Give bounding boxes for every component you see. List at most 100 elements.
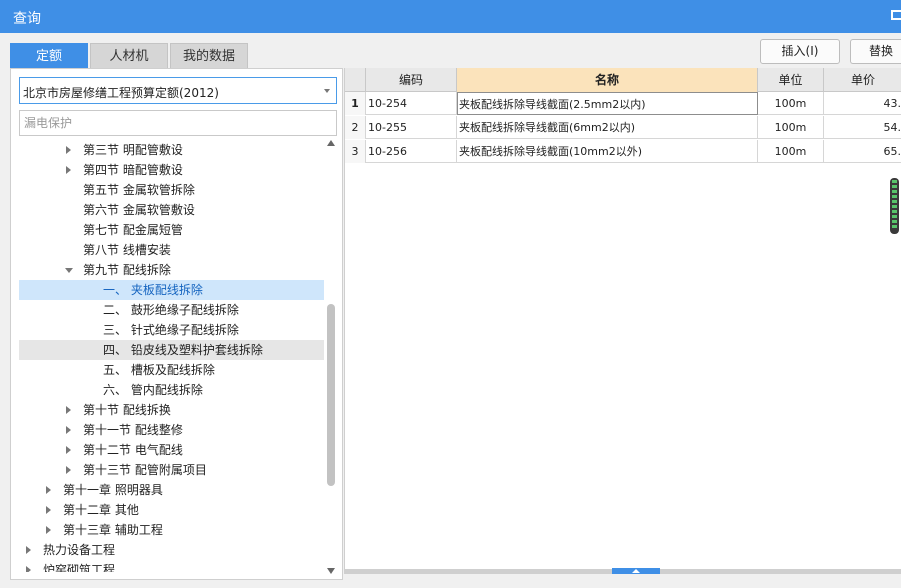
expand-arrow-icon[interactable] — [26, 566, 31, 572]
scroll-down-icon[interactable] — [327, 568, 335, 574]
expand-arrow-icon[interactable] — [66, 466, 71, 474]
tree-item-label: 第四节 暗配管敷设 — [83, 163, 183, 177]
maximize-icon[interactable] — [891, 10, 901, 20]
tree-item[interactable]: 第十二章 其他 — [19, 500, 324, 520]
tree-item-label: 第十二章 其他 — [63, 503, 139, 517]
tree-item-label: 四、 铅皮线及塑料护套线拆除 — [103, 343, 263, 357]
tree-item[interactable]: 第八节 线槽安装 — [19, 240, 324, 260]
expand-arrow-icon[interactable] — [46, 526, 51, 534]
scroll-up-icon[interactable] — [327, 140, 335, 146]
expand-arrow-icon[interactable] — [46, 506, 51, 514]
tree-item[interactable]: 第十一节 配线整修 — [19, 420, 324, 440]
tree-item-hovered[interactable]: 四、 铅皮线及塑料护套线拆除 — [19, 340, 324, 360]
table-row[interactable]: 1 10-254 夹板配线拆除导线截面(2.5mm2以内) 100m 43.3 — [345, 92, 901, 115]
tree-item[interactable]: 二、 鼓形绝缘子配线拆除 — [19, 300, 324, 320]
expand-arrow-icon[interactable] — [66, 166, 71, 174]
tree-item-label: 六、 管内配线拆除 — [103, 383, 203, 397]
quota-library-select[interactable]: 北京市房屋修缮工程预算定额(2012) — [19, 77, 337, 104]
tree-item-label: 二、 鼓形绝缘子配线拆除 — [103, 303, 239, 317]
tree-item[interactable]: 六、 管内配线拆除 — [19, 380, 324, 400]
column-header-price[interactable]: 单价 — [824, 68, 901, 92]
search-input[interactable] — [20, 111, 336, 135]
tree-item[interactable]: 第四节 暗配管敷设 — [19, 160, 324, 180]
table-row[interactable]: 2 10-255 夹板配线拆除导线截面(6mm2以内) 100m 54.3 — [345, 116, 901, 139]
tree-item[interactable]: 第十二节 电气配线 — [19, 440, 324, 460]
tree-item-label: 五、 槽板及配线拆除 — [103, 363, 215, 377]
collapse-handle[interactable] — [612, 568, 660, 574]
tree-item-label: 第七节 配金属短管 — [83, 223, 183, 237]
tree-item-label: 第十三章 辅助工程 — [63, 523, 163, 537]
cell-unit[interactable]: 100m — [758, 116, 824, 139]
cell-price[interactable]: 43.3 — [824, 92, 901, 115]
replace-button[interactable]: 替换(R — [850, 39, 901, 81]
cell-price[interactable]: 65.0 — [824, 140, 901, 163]
tree-item[interactable]: 第七节 配金属短管 — [19, 220, 324, 240]
tab-labor-material-machine[interactable]: 人材机 — [90, 43, 168, 68]
grid-scroll-indicator[interactable] — [890, 178, 899, 234]
tree-item[interactable]: 热力设备工程 — [19, 540, 324, 560]
table-row[interactable]: 3 10-256 夹板配线拆除导线截面(10mm2以外) 100m 65.0 — [345, 140, 901, 163]
cell-code[interactable]: 10-254 — [366, 92, 457, 115]
cell-name[interactable]: 夹板配线拆除导线截面(10mm2以外) — [457, 140, 758, 163]
row-number-header — [345, 68, 366, 92]
tree-item-label: 第六节 金属软管敷设 — [83, 203, 195, 217]
tree-item[interactable]: 三、 针式绝缘子配线拆除 — [19, 320, 324, 340]
quota-library-value: 北京市房屋修缮工程预算定额(2012) — [23, 86, 219, 100]
cell-unit[interactable]: 100m — [758, 140, 824, 163]
scroll-thumb[interactable] — [327, 304, 335, 486]
row-number: 2 — [345, 116, 366, 139]
cell-price[interactable]: 54.3 — [824, 116, 901, 139]
tree-item-selected[interactable]: 一、 夹板配线拆除 — [19, 280, 324, 300]
tab-my-data[interactable]: 我的数据 — [170, 43, 248, 68]
cell-code[interactable]: 10-256 — [366, 140, 457, 163]
tree-item-label: 三、 针式绝缘子配线拆除 — [103, 323, 239, 337]
tree-item-label: 第十节 配线拆换 — [83, 403, 171, 417]
tree-item-label: 一、 夹板配线拆除 — [103, 283, 203, 297]
tree-item[interactable]: 第十一章 照明器具 — [19, 480, 324, 500]
tree-item[interactable]: 炉窑砌筑工程 — [19, 560, 324, 572]
search-field[interactable] — [19, 110, 337, 136]
tab-quota[interactable]: 定额 — [10, 43, 88, 68]
column-header-name[interactable]: 名称 — [457, 68, 758, 92]
tree-item[interactable]: 第十三章 辅助工程 — [19, 520, 324, 540]
expand-arrow-icon[interactable] — [46, 486, 51, 494]
expand-arrow-icon[interactable] — [66, 426, 71, 434]
tree-item[interactable]: 第九节 配线拆除 — [19, 260, 324, 280]
tree-item-label: 第十三节 配管附属项目 — [83, 463, 207, 477]
tree-item-label: 第三节 明配管敷设 — [83, 143, 183, 157]
tree-item-label: 炉窑砌筑工程 — [43, 563, 116, 572]
tree-item[interactable]: 五、 槽板及配线拆除 — [19, 360, 324, 380]
chevron-up-icon — [632, 569, 640, 573]
column-header-unit[interactable]: 单位 — [758, 68, 824, 92]
row-number: 3 — [345, 140, 366, 163]
grid-header: 编码 名称 单位 单价 — [345, 68, 901, 92]
cell-name[interactable]: 夹板配线拆除导线截面(2.5mm2以内) — [457, 92, 758, 115]
tree-item-label: 热力设备工程 — [43, 543, 116, 557]
tree-item-label: 第九节 配线拆除 — [83, 263, 171, 277]
window-title: 查询 — [13, 11, 41, 27]
cell-unit[interactable]: 100m — [758, 92, 824, 115]
tree-scrollbar[interactable] — [326, 140, 336, 574]
insert-button[interactable]: 插入(I) — [760, 39, 840, 64]
row-number: 1 — [345, 92, 366, 115]
tree-item-label: 第八节 线槽安装 — [83, 243, 171, 257]
results-grid: 编码 名称 单位 单价 1 10-254 夹板配线拆除导线截面(2.5mm2以内… — [344, 68, 901, 574]
tree-item[interactable]: 第十三节 配管附属项目 — [19, 460, 324, 480]
title-bar: 查询 — [0, 0, 901, 33]
cell-name[interactable]: 夹板配线拆除导线截面(6mm2以内) — [457, 116, 758, 139]
cell-code[interactable]: 10-255 — [366, 116, 457, 139]
collapse-arrow-icon[interactable] — [65, 268, 73, 273]
column-header-code[interactable]: 编码 — [366, 68, 457, 92]
tree-item[interactable]: 第六节 金属软管敷设 — [19, 200, 324, 220]
tree-item-label: 第十一章 照明器具 — [63, 483, 163, 497]
tree-item[interactable]: 第三节 明配管敷设 — [19, 140, 324, 160]
chapter-tree: 第三节 明配管敷设 第四节 暗配管敷设 第五节 金属软管拆除 第六节 金属软管敷… — [19, 140, 324, 572]
tree-item-label: 第十二节 电气配线 — [83, 443, 183, 457]
expand-arrow-icon[interactable] — [66, 146, 71, 154]
expand-arrow-icon[interactable] — [26, 546, 31, 554]
expand-arrow-icon[interactable] — [66, 446, 71, 454]
expand-arrow-icon[interactable] — [66, 406, 71, 414]
tree-item-label: 第十一节 配线整修 — [83, 423, 183, 437]
tree-item[interactable]: 第五节 金属软管拆除 — [19, 180, 324, 200]
tree-item[interactable]: 第十节 配线拆换 — [19, 400, 324, 420]
